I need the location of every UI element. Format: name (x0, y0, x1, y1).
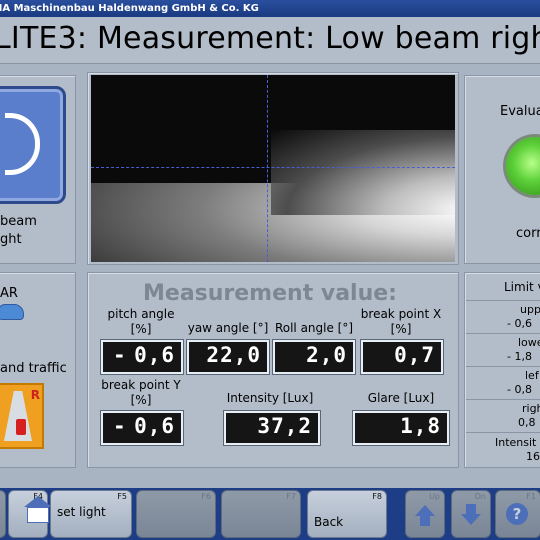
page-title: LITE3: Measurement: Low beam right (0, 21, 540, 56)
break-point-x-label-l1: break point X (360, 307, 442, 321)
break-point-x-number: 0,7 (394, 343, 435, 367)
vehicle-label: AR (0, 286, 18, 301)
pitch-angle-unit: [%] (130, 322, 152, 336)
page-header: LITE3: Measurement: Low beam right (0, 17, 540, 64)
limit-lower-value: - 1,8 (507, 350, 532, 363)
window-titlebar: HA Maschinenbau Haldenwang GmbH & Co. KG (0, 0, 540, 17)
dn-key-label: Dn (474, 492, 486, 501)
vertical-crosshair (267, 75, 268, 262)
limit-intensity-value: 16 (526, 450, 540, 463)
headlight-d-icon[interactable] (0, 86, 66, 204)
back-label: Back (314, 515, 344, 529)
break-point-x-label: break point X [%] (356, 307, 446, 337)
pitch-angle-number: 0,6 (134, 343, 175, 367)
evaluation-status: corr (516, 226, 540, 241)
evaluation-label: Evalua (500, 104, 540, 119)
car-icon (0, 304, 24, 320)
yaw-angle-label: yaw angle [°] (187, 321, 269, 335)
intensity-label: Intensity [Lux] (226, 391, 314, 405)
limit-left-value: - 0,8 (507, 383, 532, 396)
traffic-side-icon: R (0, 383, 44, 449)
glare-value: 1,8 (353, 411, 449, 445)
break-point-x-value: 0,7 (361, 340, 443, 374)
roll-angle-label: Roll angle [°] (274, 321, 354, 335)
f1-key-label: F1 (526, 492, 536, 501)
set-light-label: set light (57, 505, 106, 519)
break-point-y-unit: [%] (130, 393, 152, 407)
back-button[interactable]: F8 Back (307, 490, 387, 538)
limit-lower-label: lowe (518, 336, 540, 349)
pitch-angle-label-l1: pitch angle (107, 307, 175, 321)
measurement-title: Measurement value: (143, 281, 397, 306)
f7-button[interactable]: F7 (221, 490, 301, 538)
roll-angle-value: 2,0 (273, 340, 355, 374)
beam-camera-image (91, 75, 455, 262)
help-icon: ? (506, 503, 528, 525)
f8-key-label: F8 (372, 492, 382, 501)
pitch-angle-value: - 0,6 (101, 340, 183, 374)
f6-key-label: F6 (201, 492, 211, 501)
page-down-button[interactable]: Dn (451, 490, 491, 538)
traffic-label: and traffic (0, 361, 67, 376)
help-button[interactable]: F1 ? (495, 490, 540, 538)
break-point-y-label: break point Y [%] (98, 378, 184, 408)
limit-upper-value: - 0,6 (507, 317, 532, 330)
glare-label: Glare [Lux] (367, 391, 435, 405)
mode-label-line2: ght (0, 232, 22, 247)
limit-right-value: 0,8 (518, 416, 536, 429)
limit-intensity-label: Intensit (495, 436, 537, 449)
f5-key-label: F5 (117, 492, 127, 501)
up-key-label: Up (429, 492, 440, 501)
pitch-angle-sign: - (113, 343, 126, 367)
roll-angle-number: 2,0 (306, 343, 347, 367)
f6-button[interactable]: F6 (136, 490, 216, 538)
page-up-button[interactable]: Up (405, 490, 445, 538)
f3-button[interactable] (0, 490, 6, 538)
break-point-x-unit: [%] (390, 322, 412, 336)
limit-left-label: lef (525, 369, 539, 382)
window-title: HA Maschinenbau Haldenwang GmbH & Co. KG (0, 3, 259, 14)
home-button[interactable]: F4 (8, 490, 52, 538)
limit-upper-label: upp (520, 303, 540, 316)
f7-key-label: F7 (286, 492, 296, 501)
glare-number: 1,8 (400, 414, 441, 438)
intensity-value: 37,2 (224, 411, 320, 445)
mode-label-line1: beam (0, 214, 37, 229)
break-point-y-number: 0,6 (134, 414, 175, 438)
horizontal-crosshair (91, 167, 455, 168)
arrow-up-icon (415, 505, 435, 516)
home-icon (24, 496, 52, 523)
limits-title: Limit v (504, 280, 540, 294)
yaw-angle-value: 22,0 (187, 340, 269, 374)
traffic-side-letter: R (30, 388, 40, 402)
intensity-number: 37,2 (257, 414, 312, 438)
arrow-down-icon (461, 514, 481, 525)
limit-right-label: righ (522, 402, 540, 415)
break-point-y-label-l1: break point Y (101, 378, 181, 392)
yaw-angle-number: 22,0 (206, 343, 261, 367)
pitch-angle-label: pitch angle [%] (100, 307, 182, 337)
break-point-y-value: - 0,6 (101, 411, 183, 445)
break-point-y-sign: - (113, 414, 126, 438)
set-light-button[interactable]: F5 set light (50, 490, 132, 538)
